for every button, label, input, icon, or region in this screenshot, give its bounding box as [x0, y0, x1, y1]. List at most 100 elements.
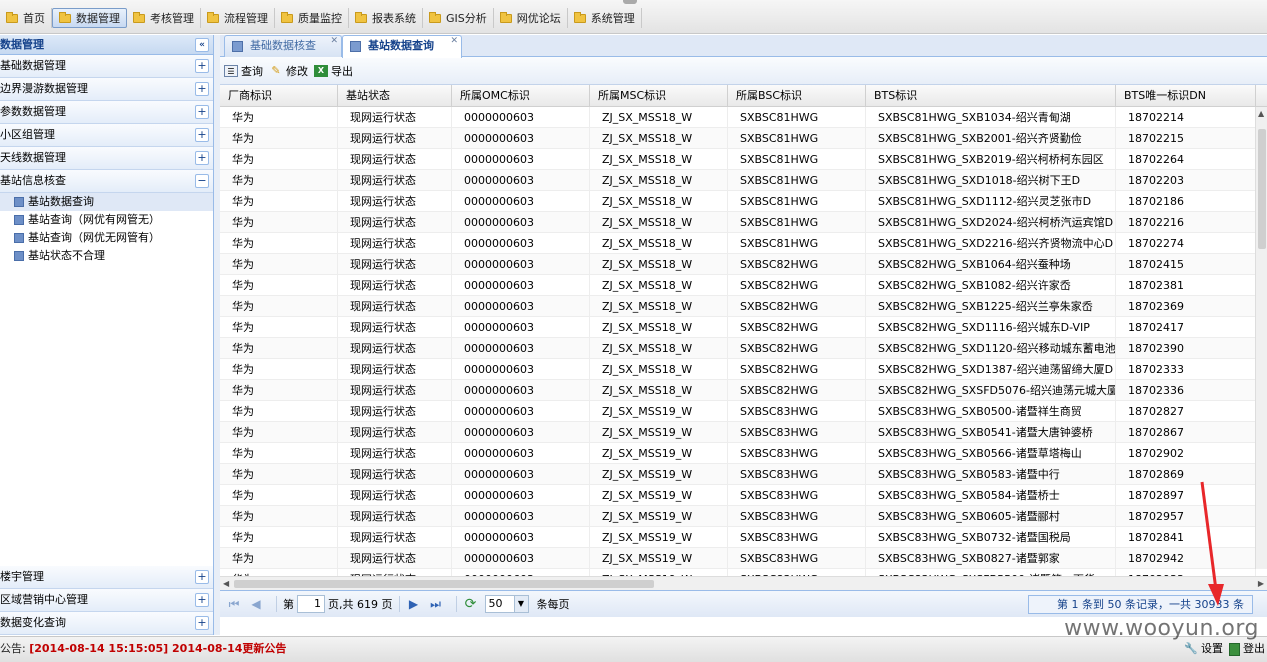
table-row[interactable]: 华为现网运行状态0000000603ZJ_SX_MSS19_WSXBSC83HW… [220, 464, 1267, 485]
table-row[interactable]: 华为 现网运行状态 0000000603 ZJ_SX_MSS18_W SXBSC82HW… [220, 359, 1267, 380]
table-cell: 0000000603 [452, 275, 590, 296]
table-row[interactable]: 华为现网运行状态0000000603ZJ_SX_MSS19_WSXBSC83HW… [220, 506, 1267, 527]
sidebar-item-station-query[interactable]: 基站数据查询 [0, 193, 213, 211]
menu-quality[interactable]: 质量监控 [275, 8, 349, 28]
expand-icon[interactable]: + [195, 82, 209, 96]
export-button[interactable]: X 导出 [314, 63, 353, 79]
column-header-bts[interactable]: BTS标识 [866, 85, 1116, 107]
menu-system[interactable]: 系统管理 [568, 8, 642, 28]
sidebar-section-buildings[interactable]: 楼宇管理 + [0, 566, 213, 589]
prev-page-icon[interactable]: ◀ [248, 596, 264, 612]
table-row[interactable]: 华为 现网运行状态 0000000603 ZJ_SX_MSS18_W SXBSC82HW… [220, 254, 1267, 275]
table-row[interactable]: 华为 现网运行状态 0000000603 ZJ_SX_MSS18_W SXBSC82HW… [220, 296, 1267, 317]
table-row[interactable]: 华为 现网运行状态 0000000603 ZJ_SX_MSS18_W SXBSC82HW… [220, 338, 1267, 359]
table-row[interactable]: 华为现网运行状态0000000603ZJ_SX_MSS19_WSXBSC83HW… [220, 485, 1267, 506]
table-row[interactable]: 华为 现网运行状态 0000000603 ZJ_SX_MSS18_W SXBSC82HW… [220, 380, 1267, 401]
table-cell: 18702336 [1116, 380, 1256, 401]
table-row[interactable]: 华为 现网运行状态 0000000603 ZJ_SX_MSS18_W SXBSC81HW… [220, 191, 1267, 212]
tab-basic-data-check[interactable]: 基础数据核查 ✕ [224, 35, 342, 57]
menu-assessment[interactable]: 考核管理 [127, 8, 201, 28]
table-row[interactable]: 华为现网运行状态0000000603ZJ_SX_MSS19_WSXBSC83HW… [220, 443, 1267, 464]
sidebar-section-basic-data[interactable]: 基础数据管理 + [0, 55, 213, 78]
close-icon[interactable]: ✕ [330, 36, 338, 46]
table-cell: SXBSC82HWG [728, 254, 866, 275]
vertical-scrollbar[interactable]: ▲ [1255, 107, 1267, 569]
sidebar-item-query-opt-no-nms-yes[interactable]: 基站查询（网优无网管有） [0, 229, 213, 247]
close-icon[interactable]: ✕ [450, 36, 458, 46]
menu-gis[interactable]: GIS分析 [423, 8, 494, 28]
sidebar-section-station-check[interactable]: 基站信息核查 − [0, 170, 213, 193]
table-row[interactable]: 华为 现网运行状态 0000000603 ZJ_SX_MSS18_W SXBSC81HW… [220, 149, 1267, 170]
table-cell: 华为 [220, 296, 338, 317]
table-cell: 18702333 [1116, 359, 1256, 380]
expand-icon[interactable]: + [195, 105, 209, 119]
folder-icon [429, 11, 441, 23]
sidebar-section-antenna[interactable]: 天线数据管理 + [0, 147, 213, 170]
table-cell: ZJ_SX_MSS18_W [590, 128, 728, 149]
page-size-select[interactable]: 50 ▼ [484, 595, 529, 613]
expand-icon[interactable]: + [195, 593, 209, 607]
table-row[interactable]: 华为 现网运行状态 0000000603 ZJ_SX_MSS18_W SXBSC81HW… [220, 128, 1267, 149]
table-row[interactable]: 华为现网运行状态0000000603ZJ_SX_MSS19_WSXBSC83HW… [220, 401, 1267, 422]
menu-home[interactable]: 首页 [0, 8, 52, 28]
table-row[interactable]: 华为现网运行状态0000000603ZJ_SX_MSS19_WSXBSC83HW… [220, 422, 1267, 443]
first-page-icon[interactable]: ⏮ [226, 596, 242, 612]
folder-icon [281, 11, 293, 23]
horizontal-scrollbar[interactable]: ◀ ▶ [220, 576, 1267, 590]
scroll-thumb[interactable] [234, 580, 654, 588]
sidebar-section-parameters[interactable]: 参数数据管理 + [0, 101, 213, 124]
expand-icon[interactable]: + [195, 616, 209, 630]
sidebar-item-status-invalid[interactable]: 基站状态不合理 [0, 247, 213, 265]
expand-icon[interactable]: + [195, 570, 209, 584]
menu-data-management[interactable]: 数据管理 [52, 8, 127, 28]
sidebar-section-data-changes[interactable]: 数据变化查询 + [0, 612, 213, 635]
table-cell: ZJ_SX_MSS18_W [590, 107, 728, 128]
edit-button[interactable]: ✎ 修改 [269, 63, 308, 79]
column-header-omc[interactable]: 所属OMC标识 [452, 85, 590, 107]
scroll-left-icon[interactable]: ◀ [223, 579, 229, 588]
column-header-bsc[interactable]: 所属BSC标识 [728, 85, 866, 107]
pencil-icon: ✎ [271, 63, 281, 77]
table-row[interactable]: 华为现网运行状态0000000603ZJ_SX_MSS19_WSXBSC83HW… [220, 527, 1267, 548]
table-row[interactable]: 华为 现网运行状态 0000000603 ZJ_SX_MSS18_W SXBSC81HW… [220, 233, 1267, 254]
column-header-station-status[interactable]: 基站状态 [338, 85, 452, 107]
menu-forum[interactable]: 网优论坛 [494, 8, 568, 28]
notice-link[interactable]: [2014-08-14 15:15:05] 2014-08-14更新公告 [29, 642, 286, 655]
tab-station-query[interactable]: 基站数据查询 ✕ [342, 35, 462, 58]
collapse-icon[interactable]: − [195, 174, 209, 188]
sidebar-item-query-opt-yes-nms-no[interactable]: 基站查询（网优有网管无） [0, 211, 213, 229]
table-row[interactable]: 华为 现网运行状态 0000000603 ZJ_SX_MSS18_W SXBSC82HW… [220, 317, 1267, 338]
table-row[interactable]: 华为 现网运行状态 0000000603 ZJ_SX_MSS18_W SXBSC82HW… [220, 275, 1267, 296]
table-row[interactable]: 华为 现网运行状态 0000000603 ZJ_SX_MSS18_W SXBSC81HW… [220, 107, 1267, 128]
next-page-icon[interactable]: ▶ [406, 596, 422, 612]
table-cell: 0000000603 [452, 296, 590, 317]
sidebar-section-border-roaming[interactable]: 边界漫游数据管理 + [0, 78, 213, 101]
table-cell: 现网运行状态 [338, 212, 452, 233]
expand-icon[interactable]: + [195, 151, 209, 165]
table-cell: SXBSC82HWG_SXSFD5076-绍兴迪荡元城大厦... [866, 380, 1116, 401]
refresh-icon[interactable]: ⟳ [463, 596, 479, 612]
scroll-thumb[interactable] [1258, 129, 1266, 249]
column-header-bts-dn[interactable]: BTS唯一标识DN [1116, 85, 1256, 107]
scroll-right-icon[interactable]: ▶ [1258, 579, 1264, 588]
query-button[interactable]: ☰ 查询 [224, 63, 263, 79]
menu-reports[interactable]: 报表系统 [349, 8, 423, 28]
top-collapse-handle[interactable] [623, 0, 637, 4]
collapse-sidebar-icon[interactable]: « [195, 38, 209, 52]
table-row[interactable]: 华为 现网运行状态 0000000603 ZJ_SX_MSS18_W SXBSC81HW… [220, 170, 1267, 191]
expand-icon[interactable]: + [195, 128, 209, 142]
table-row[interactable]: 华为 现网运行状态 0000000603 ZJ_SX_MSS18_W SXBSC81HW… [220, 212, 1267, 233]
expand-icon[interactable]: + [195, 59, 209, 73]
last-page-icon[interactable]: ⏭ [428, 596, 444, 612]
sidebar-section-marketing[interactable]: 区域营销中心管理 + [0, 589, 213, 612]
sidebar-section-cell-groups[interactable]: 小区组管理 + [0, 124, 213, 147]
column-header-msc[interactable]: 所属MSC标识 [590, 85, 728, 107]
scroll-up-icon[interactable]: ▲ [1258, 109, 1264, 118]
query-icon: ☰ [224, 64, 238, 77]
table-cell: 18702902 [1116, 443, 1256, 464]
table-cell: 0000000603 [452, 527, 590, 548]
page-number-input[interactable]: 1 [297, 595, 325, 613]
column-header-vendor[interactable]: 厂商标识 [220, 85, 338, 107]
table-row[interactable]: 华为现网运行状态0000000603ZJ_SX_MSS19_WSXBSC83HW… [220, 548, 1267, 569]
menu-workflow[interactable]: 流程管理 [201, 8, 275, 28]
